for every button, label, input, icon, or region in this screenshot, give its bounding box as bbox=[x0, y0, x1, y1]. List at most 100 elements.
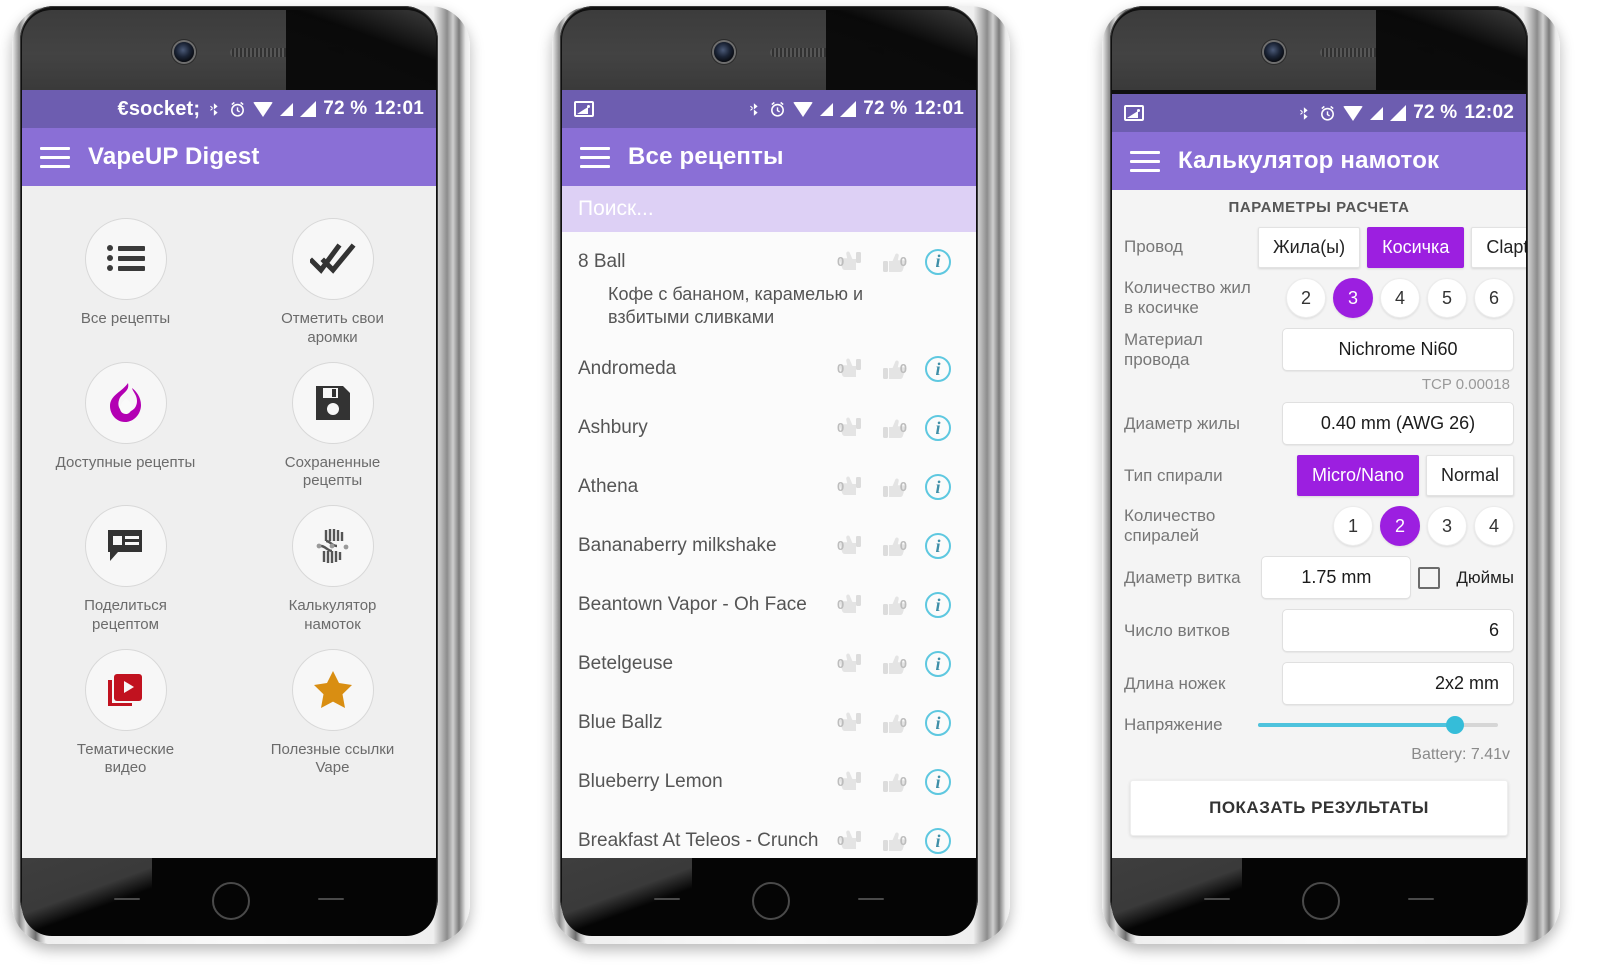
info-icon[interactable]: i bbox=[916, 828, 960, 855]
recipe-list[interactable]: 8 Ball 0 0 i Кофе с бананом, карамелью и взб… bbox=[562, 232, 976, 858]
leg-length-input[interactable]: 2x2 mm bbox=[1282, 662, 1514, 706]
bluetooth-icon bbox=[210, 102, 218, 116]
option-clapton[interactable]: Clapton bbox=[1471, 227, 1526, 268]
option-2[interactable]: 2 bbox=[1380, 506, 1420, 547]
grid-item-mark-flavors[interactable]: Отметить свои аромки bbox=[229, 204, 436, 348]
grid-item-available-recipes[interactable]: Доступные рецепты bbox=[22, 348, 229, 492]
dislike-button[interactable]: 0 bbox=[828, 769, 872, 795]
dislike-button[interactable]: 0 bbox=[828, 710, 872, 736]
option-6[interactable]: 6 bbox=[1474, 278, 1514, 319]
option-4[interactable]: 4 bbox=[1380, 278, 1420, 319]
recents-button[interactable] bbox=[114, 898, 140, 900]
recipe-row[interactable]: Athena 0 0 i bbox=[562, 458, 976, 517]
hamburger-icon[interactable] bbox=[1130, 145, 1160, 178]
info-icon[interactable]: i bbox=[916, 769, 960, 796]
grid-item-themed-videos[interactable]: Тематические видео bbox=[22, 635, 229, 779]
info-icon[interactable]: i bbox=[916, 248, 960, 275]
grid-row: Все рецепты Отметить свои аромки bbox=[22, 204, 436, 348]
like-button[interactable]: 0 bbox=[872, 249, 916, 275]
dislike-button[interactable]: 0 bbox=[828, 415, 872, 441]
grid-item-useful-links[interactable]: Полезные ссылки Vape bbox=[229, 635, 436, 779]
turn-count-input[interactable]: 6 bbox=[1282, 609, 1514, 653]
info-icon[interactable]: i bbox=[916, 592, 960, 619]
option--[interactable]: Косичка bbox=[1367, 227, 1465, 268]
info-icon[interactable]: i bbox=[916, 474, 960, 501]
wire-material-select[interactable]: Nichrome Ni60 bbox=[1282, 328, 1514, 372]
grid-item-saved-recipes[interactable]: Сохраненные рецепты bbox=[229, 348, 436, 492]
recipe-row[interactable]: Blue Ballz 0 0 i bbox=[562, 694, 976, 753]
like-button[interactable]: 0 bbox=[872, 651, 916, 677]
dislike-button[interactable]: 0 bbox=[828, 592, 872, 618]
dislike-button[interactable]: 0 bbox=[828, 249, 872, 275]
inches-checkbox[interactable] bbox=[1418, 566, 1441, 589]
option-4[interactable]: 4 bbox=[1474, 506, 1514, 547]
recents-button[interactable] bbox=[1204, 898, 1230, 900]
like-button[interactable]: 0 bbox=[872, 474, 916, 500]
dislike-button[interactable]: 0 bbox=[828, 651, 872, 677]
recipe-row[interactable]: Breakfast At Teleos - Crunch 0 0 i bbox=[562, 812, 976, 858]
like-button[interactable]: 0 bbox=[872, 533, 916, 559]
grid-item-share-recipe[interactable]: Поделиться рецептом bbox=[22, 491, 229, 635]
like-button[interactable]: 0 bbox=[872, 828, 916, 854]
like-button[interactable]: 0 bbox=[872, 769, 916, 795]
coil-count-options[interactable]: 1234 bbox=[1258, 506, 1514, 547]
hamburger-icon[interactable] bbox=[580, 141, 610, 174]
home-button[interactable] bbox=[212, 882, 250, 920]
battery-percent: 72 % bbox=[1413, 102, 1458, 123]
option-3[interactable]: 3 bbox=[1333, 278, 1373, 319]
wire-diameter-select[interactable]: 0.40 mm (AWG 26) bbox=[1282, 402, 1514, 446]
coil-type-options[interactable]: Micro/Nano Normal bbox=[1258, 455, 1514, 497]
like-button[interactable]: 0 bbox=[872, 592, 916, 618]
turn-diameter-input[interactable]: 1.75 mm bbox=[1261, 556, 1412, 600]
like-button[interactable]: 0 bbox=[872, 415, 916, 441]
row-wire-material: Материал провода Nichrome Ni60 bbox=[1112, 323, 1526, 376]
hamburger-icon[interactable] bbox=[40, 141, 70, 174]
info-icon[interactable]: i bbox=[916, 533, 960, 560]
wire-type-options[interactable]: Жила(ы)КосичкаClapton bbox=[1258, 227, 1526, 268]
earpiece-speaker-icon bbox=[230, 48, 312, 57]
recipe-row[interactable]: Blueberry Lemon 0 0 i bbox=[562, 753, 976, 812]
grid-item-coil-calculator[interactable]: Калькулятор намоток bbox=[229, 491, 436, 635]
home-button[interactable] bbox=[752, 882, 790, 920]
dislike-button[interactable]: 0 bbox=[828, 533, 872, 559]
recipe-row[interactable]: Bananaberry milkshake 0 0 i bbox=[562, 517, 976, 576]
option--[interactable]: Жила(ы) bbox=[1258, 227, 1361, 268]
option-micro-nano[interactable]: Micro/Nano bbox=[1296, 455, 1419, 497]
recipe-row[interactable]: Beantown Vapor - Oh Face 0 0 i bbox=[562, 576, 976, 635]
row-voltage: Напряжение bbox=[1112, 710, 1526, 740]
recipe-row[interactable]: Andromeda 0 0 i bbox=[562, 340, 976, 399]
home-button[interactable] bbox=[1302, 882, 1340, 920]
search-input[interactable]: Поиск... bbox=[562, 186, 976, 232]
dislike-button[interactable]: 0 bbox=[828, 356, 872, 382]
info-icon[interactable]: i bbox=[916, 356, 960, 383]
strand-count-options[interactable]: 23456 bbox=[1258, 278, 1514, 319]
voltage-control[interactable] bbox=[1258, 716, 1514, 735]
like-button[interactable]: 0 bbox=[872, 356, 916, 382]
wire-material-control[interactable]: Nichrome Ni60 bbox=[1258, 328, 1514, 372]
option-normal[interactable]: Normal bbox=[1425, 455, 1514, 497]
option-2[interactable]: 2 bbox=[1286, 278, 1326, 319]
back-button[interactable] bbox=[318, 898, 344, 900]
info-glyph: i bbox=[925, 828, 951, 855]
recipe-row[interactable]: Betelgeuse 0 0 i bbox=[562, 635, 976, 694]
show-results-button[interactable]: ПОКАЗАТЬ РЕЗУЛЬТАТЫ bbox=[1130, 780, 1508, 837]
signal-icon bbox=[280, 102, 294, 116]
grid-item-all-recipes[interactable]: Все рецепты bbox=[22, 204, 229, 348]
dislike-button[interactable]: 0 bbox=[828, 828, 872, 854]
option-1[interactable]: 1 bbox=[1333, 506, 1373, 547]
front-camera-icon bbox=[714, 42, 734, 62]
dislike-button[interactable]: 0 bbox=[828, 474, 872, 500]
recents-button[interactable] bbox=[654, 898, 680, 900]
voltage-slider[interactable] bbox=[1258, 716, 1498, 735]
voltage-slider-knob[interactable] bbox=[1445, 716, 1464, 735]
back-button[interactable] bbox=[1408, 898, 1434, 900]
info-icon[interactable]: i bbox=[916, 415, 960, 442]
like-button[interactable]: 0 bbox=[872, 710, 916, 736]
back-button[interactable] bbox=[858, 898, 884, 900]
recipe-row[interactable]: Ashbury 0 0 i bbox=[562, 399, 976, 458]
wire-diameter-control[interactable]: 0.40 mm (AWG 26) bbox=[1258, 402, 1514, 446]
info-icon[interactable]: i bbox=[916, 710, 960, 737]
option-5[interactable]: 5 bbox=[1427, 278, 1467, 319]
option-3[interactable]: 3 bbox=[1427, 506, 1467, 547]
info-icon[interactable]: i bbox=[916, 651, 960, 678]
